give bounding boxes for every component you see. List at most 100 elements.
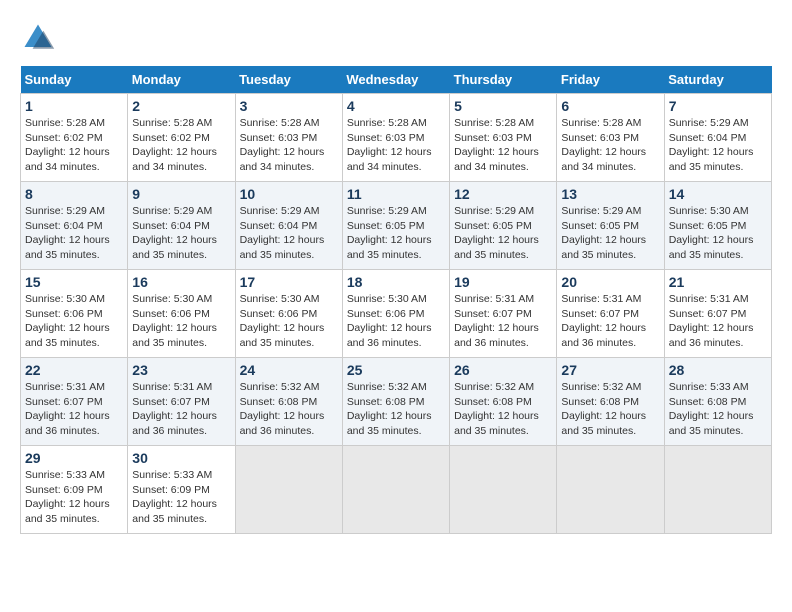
header-saturday: Saturday <box>664 66 771 94</box>
day-cell-16: 16 Sunrise: 5:30 AM Sunset: 6:06 PM Dayl… <box>128 270 235 358</box>
day-cell-20: 20 Sunrise: 5:31 AM Sunset: 6:07 PM Dayl… <box>557 270 664 358</box>
day-info: Sunrise: 5:31 AM Sunset: 6:07 PM Dayligh… <box>25 380 123 439</box>
day-info: Sunrise: 5:30 AM Sunset: 6:05 PM Dayligh… <box>669 204 767 263</box>
day-cell-7: 7 Sunrise: 5:29 AM Sunset: 6:04 PM Dayli… <box>664 94 771 182</box>
header-tuesday: Tuesday <box>235 66 342 94</box>
day-info: Sunrise: 5:28 AM Sunset: 6:03 PM Dayligh… <box>561 116 659 175</box>
day-cell-11: 11 Sunrise: 5:29 AM Sunset: 6:05 PM Dayl… <box>342 182 449 270</box>
day-info: Sunrise: 5:28 AM Sunset: 6:03 PM Dayligh… <box>347 116 445 175</box>
day-number: 22 <box>25 362 123 378</box>
day-info: Sunrise: 5:31 AM Sunset: 6:07 PM Dayligh… <box>669 292 767 351</box>
day-cell-28: 28 Sunrise: 5:33 AM Sunset: 6:08 PM Dayl… <box>664 358 771 446</box>
day-number: 3 <box>240 98 338 114</box>
day-info: Sunrise: 5:29 AM Sunset: 6:04 PM Dayligh… <box>669 116 767 175</box>
day-number: 11 <box>347 186 445 202</box>
empty-cell <box>342 446 449 534</box>
day-info: Sunrise: 5:30 AM Sunset: 6:06 PM Dayligh… <box>132 292 230 351</box>
weekday-header-row: Sunday Monday Tuesday Wednesday Thursday… <box>21 66 772 94</box>
day-cell-23: 23 Sunrise: 5:31 AM Sunset: 6:07 PM Dayl… <box>128 358 235 446</box>
day-cell-24: 24 Sunrise: 5:32 AM Sunset: 6:08 PM Dayl… <box>235 358 342 446</box>
day-number: 16 <box>132 274 230 290</box>
day-info: Sunrise: 5:29 AM Sunset: 6:05 PM Dayligh… <box>347 204 445 263</box>
day-number: 12 <box>454 186 552 202</box>
day-number: 27 <box>561 362 659 378</box>
day-number: 13 <box>561 186 659 202</box>
day-number: 8 <box>25 186 123 202</box>
day-info: Sunrise: 5:29 AM Sunset: 6:05 PM Dayligh… <box>454 204 552 263</box>
day-cell-5: 5 Sunrise: 5:28 AM Sunset: 6:03 PM Dayli… <box>450 94 557 182</box>
day-number: 19 <box>454 274 552 290</box>
day-cell-29: 29 Sunrise: 5:33 AM Sunset: 6:09 PM Dayl… <box>21 446 128 534</box>
day-cell-13: 13 Sunrise: 5:29 AM Sunset: 6:05 PM Dayl… <box>557 182 664 270</box>
day-cell-12: 12 Sunrise: 5:29 AM Sunset: 6:05 PM Dayl… <box>450 182 557 270</box>
header-monday: Monday <box>128 66 235 94</box>
day-number: 26 <box>454 362 552 378</box>
calendar: Sunday Monday Tuesday Wednesday Thursday… <box>20 66 772 534</box>
day-number: 28 <box>669 362 767 378</box>
day-cell-27: 27 Sunrise: 5:32 AM Sunset: 6:08 PM Dayl… <box>557 358 664 446</box>
day-cell-4: 4 Sunrise: 5:28 AM Sunset: 6:03 PM Dayli… <box>342 94 449 182</box>
day-cell-15: 15 Sunrise: 5:30 AM Sunset: 6:06 PM Dayl… <box>21 270 128 358</box>
day-info: Sunrise: 5:30 AM Sunset: 6:06 PM Dayligh… <box>25 292 123 351</box>
day-cell-18: 18 Sunrise: 5:30 AM Sunset: 6:06 PM Dayl… <box>342 270 449 358</box>
day-number: 23 <box>132 362 230 378</box>
day-number: 18 <box>347 274 445 290</box>
page-header <box>20 20 772 56</box>
week-row-2: 8 Sunrise: 5:29 AM Sunset: 6:04 PM Dayli… <box>21 182 772 270</box>
day-number: 1 <box>25 98 123 114</box>
day-cell-22: 22 Sunrise: 5:31 AM Sunset: 6:07 PM Dayl… <box>21 358 128 446</box>
day-info: Sunrise: 5:28 AM Sunset: 6:02 PM Dayligh… <box>25 116 123 175</box>
day-info: Sunrise: 5:31 AM Sunset: 6:07 PM Dayligh… <box>132 380 230 439</box>
day-number: 9 <box>132 186 230 202</box>
day-cell-25: 25 Sunrise: 5:32 AM Sunset: 6:08 PM Dayl… <box>342 358 449 446</box>
day-number: 30 <box>132 450 230 466</box>
day-info: Sunrise: 5:32 AM Sunset: 6:08 PM Dayligh… <box>561 380 659 439</box>
day-cell-10: 10 Sunrise: 5:29 AM Sunset: 6:04 PM Dayl… <box>235 182 342 270</box>
day-cell-30: 30 Sunrise: 5:33 AM Sunset: 6:09 PM Dayl… <box>128 446 235 534</box>
header-thursday: Thursday <box>450 66 557 94</box>
day-number: 20 <box>561 274 659 290</box>
day-info: Sunrise: 5:32 AM Sunset: 6:08 PM Dayligh… <box>347 380 445 439</box>
header-sunday: Sunday <box>21 66 128 94</box>
day-number: 25 <box>347 362 445 378</box>
day-number: 4 <box>347 98 445 114</box>
day-number: 21 <box>669 274 767 290</box>
day-cell-14: 14 Sunrise: 5:30 AM Sunset: 6:05 PM Dayl… <box>664 182 771 270</box>
day-cell-17: 17 Sunrise: 5:30 AM Sunset: 6:06 PM Dayl… <box>235 270 342 358</box>
day-info: Sunrise: 5:29 AM Sunset: 6:05 PM Dayligh… <box>561 204 659 263</box>
day-info: Sunrise: 5:32 AM Sunset: 6:08 PM Dayligh… <box>240 380 338 439</box>
day-number: 6 <box>561 98 659 114</box>
day-number: 7 <box>669 98 767 114</box>
day-info: Sunrise: 5:29 AM Sunset: 6:04 PM Dayligh… <box>25 204 123 263</box>
day-info: Sunrise: 5:28 AM Sunset: 6:02 PM Dayligh… <box>132 116 230 175</box>
day-info: Sunrise: 5:30 AM Sunset: 6:06 PM Dayligh… <box>240 292 338 351</box>
day-cell-9: 9 Sunrise: 5:29 AM Sunset: 6:04 PM Dayli… <box>128 182 235 270</box>
week-row-1: 1 Sunrise: 5:28 AM Sunset: 6:02 PM Dayli… <box>21 94 772 182</box>
logo-icon <box>20 20 56 56</box>
day-number: 29 <box>25 450 123 466</box>
day-info: Sunrise: 5:33 AM Sunset: 6:09 PM Dayligh… <box>132 468 230 527</box>
header-friday: Friday <box>557 66 664 94</box>
day-info: Sunrise: 5:32 AM Sunset: 6:08 PM Dayligh… <box>454 380 552 439</box>
day-number: 15 <box>25 274 123 290</box>
day-cell-2: 2 Sunrise: 5:28 AM Sunset: 6:02 PM Dayli… <box>128 94 235 182</box>
empty-cell <box>664 446 771 534</box>
empty-cell <box>235 446 342 534</box>
day-number: 2 <box>132 98 230 114</box>
day-cell-6: 6 Sunrise: 5:28 AM Sunset: 6:03 PM Dayli… <box>557 94 664 182</box>
day-cell-21: 21 Sunrise: 5:31 AM Sunset: 6:07 PM Dayl… <box>664 270 771 358</box>
day-cell-19: 19 Sunrise: 5:31 AM Sunset: 6:07 PM Dayl… <box>450 270 557 358</box>
day-cell-26: 26 Sunrise: 5:32 AM Sunset: 6:08 PM Dayl… <box>450 358 557 446</box>
day-number: 24 <box>240 362 338 378</box>
day-number: 17 <box>240 274 338 290</box>
day-info: Sunrise: 5:33 AM Sunset: 6:08 PM Dayligh… <box>669 380 767 439</box>
day-info: Sunrise: 5:33 AM Sunset: 6:09 PM Dayligh… <box>25 468 123 527</box>
day-number: 14 <box>669 186 767 202</box>
day-cell-8: 8 Sunrise: 5:29 AM Sunset: 6:04 PM Dayli… <box>21 182 128 270</box>
empty-cell <box>557 446 664 534</box>
day-cell-3: 3 Sunrise: 5:28 AM Sunset: 6:03 PM Dayli… <box>235 94 342 182</box>
week-row-4: 22 Sunrise: 5:31 AM Sunset: 6:07 PM Dayl… <box>21 358 772 446</box>
day-info: Sunrise: 5:30 AM Sunset: 6:06 PM Dayligh… <box>347 292 445 351</box>
day-number: 10 <box>240 186 338 202</box>
day-number: 5 <box>454 98 552 114</box>
